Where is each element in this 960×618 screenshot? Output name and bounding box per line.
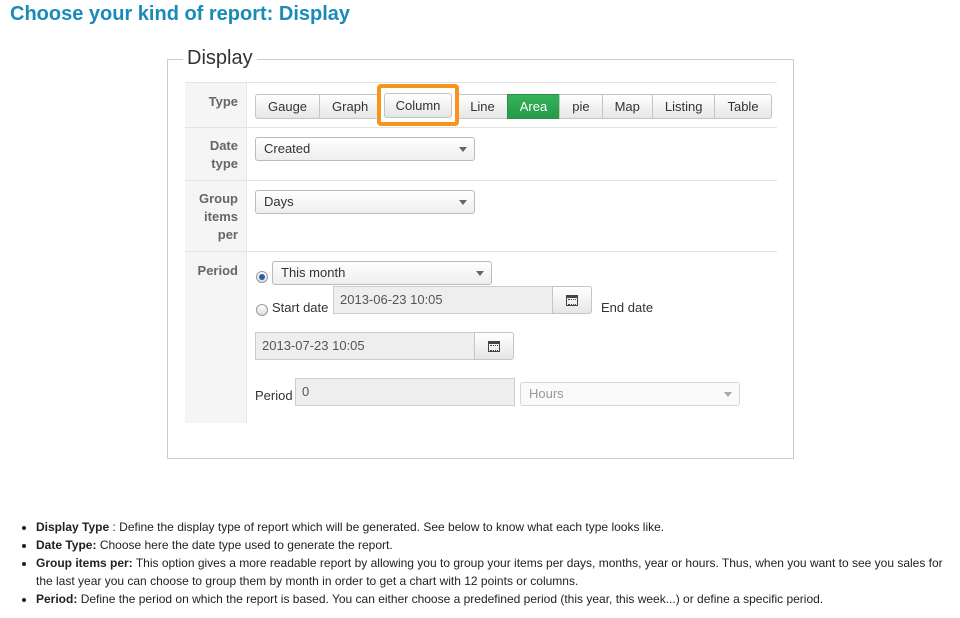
type-pie-button[interactable]: pie	[559, 94, 603, 119]
date-type-label: Date type	[185, 128, 247, 180]
type-area-button[interactable]: Area	[506, 94, 561, 119]
type-line-button[interactable]: Line	[457, 94, 508, 119]
period-value-input[interactable]: 0	[295, 378, 515, 406]
type-button-group: Gauge Graph Line Area pie Map Listing Ta…	[255, 94, 772, 119]
type-gauge-button[interactable]: Gauge	[255, 94, 321, 119]
type-label: Type	[185, 83, 247, 127]
chevron-down-icon	[724, 392, 732, 397]
period-row: Period This month Start date 2013-06-23 …	[185, 251, 777, 423]
date-type-select[interactable]: Created	[255, 137, 475, 161]
type-column-button[interactable]: Column	[384, 92, 452, 118]
chevron-down-icon	[476, 271, 484, 276]
help-notes-list: Display Type : Define the display type o…	[20, 518, 955, 608]
note-group-items: Group items per: This option gives a mor…	[36, 554, 955, 590]
start-date-input[interactable]: 2013-06-23 10:05	[333, 286, 553, 314]
note-display-type: Display Type : Define the display type o…	[36, 518, 955, 536]
end-date-input[interactable]: 2013-07-23 10:05	[255, 332, 475, 360]
type-listing-button[interactable]: Listing	[651, 94, 716, 119]
group-items-select[interactable]: Days	[255, 190, 475, 214]
date-type-row: Date type Created	[185, 127, 777, 180]
display-fieldset: Display Type Gauge Graph Line Area pie M…	[167, 47, 794, 459]
calendar-icon	[488, 340, 500, 352]
start-date-calendar-button[interactable]	[552, 286, 592, 314]
type-graph-button[interactable]: Graph	[319, 94, 382, 119]
group-items-row: Group items per Days	[185, 180, 777, 251]
chevron-down-icon	[459, 200, 467, 205]
page-title: Choose your kind of report: Display	[10, 3, 351, 25]
period-unit-select[interactable]: Hours	[520, 382, 740, 406]
fieldset-legend: Display	[183, 47, 257, 70]
start-date-label: Start date	[272, 300, 329, 315]
calendar-icon	[566, 294, 578, 306]
chevron-down-icon	[459, 147, 467, 152]
end-date-label: End date	[601, 300, 654, 315]
period-value-label: Period	[255, 388, 293, 403]
predefined-period-select[interactable]: This month	[272, 261, 492, 285]
column-highlight-frame: Column	[377, 84, 459, 126]
end-date-calendar-button[interactable]	[474, 332, 514, 360]
custom-period-radio[interactable]	[256, 304, 268, 316]
type-table-button[interactable]: Table	[714, 94, 772, 119]
note-period: Period: Define the period on which the r…	[36, 590, 955, 608]
note-date-type: Date Type: Choose here the date type use…	[36, 536, 955, 554]
predefined-period-radio[interactable]	[256, 271, 268, 283]
group-items-label: Group items per	[185, 181, 247, 251]
period-label: Period	[185, 252, 247, 423]
type-map-button[interactable]: Map	[601, 94, 653, 119]
type-row: Type Gauge Graph Line Area pie Map Listi…	[185, 82, 777, 127]
